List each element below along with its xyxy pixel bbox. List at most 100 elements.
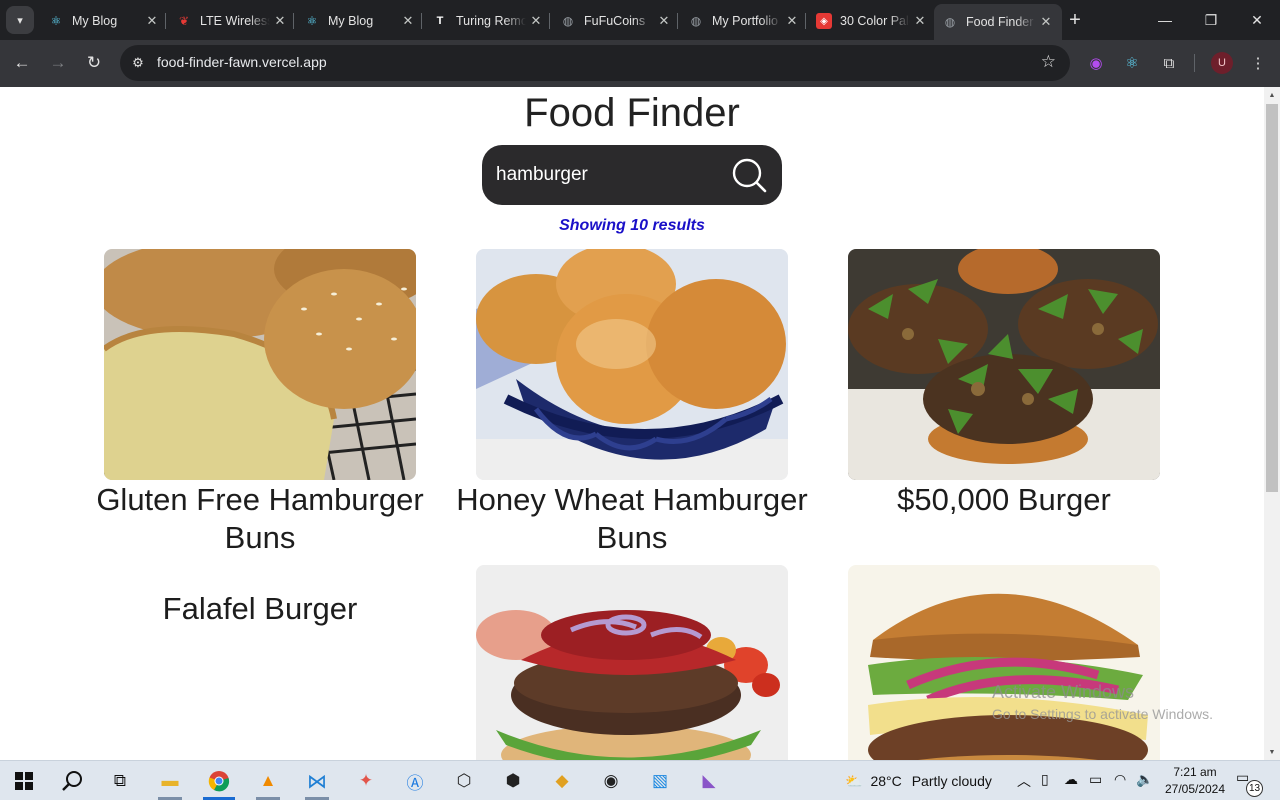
tab-3[interactable]: ⚛ My Blog ✕	[296, 6, 424, 36]
tab-strip: ▾ ⚛ My Blog ✕ ❦ LTE Wireless ✕ ⚛ My Blog…	[0, 0, 1280, 40]
palette-icon: ◈	[816, 13, 832, 29]
tab-5[interactable]: ◍ FuFuCoins ✕	[552, 6, 680, 36]
search-icon[interactable]	[730, 156, 768, 194]
git-tool-icon[interactable]: ✦	[350, 765, 382, 797]
notification-center-icon[interactable]: ▭ 13	[1236, 769, 1264, 797]
vscode-icon[interactable]: ⋈	[301, 765, 333, 800]
recipe-image-burger-grilled[interactable]	[476, 565, 788, 760]
close-icon[interactable]: ✕	[398, 11, 418, 31]
tab-4[interactable]: T Turing Remote ✕	[424, 6, 552, 36]
tab-title: My Blog	[72, 14, 118, 28]
address-bar[interactable]: ⚙ food-finder-fawn.vercel.app ☆	[120, 45, 1070, 81]
site-info-icon[interactable]: ⚙	[128, 53, 148, 73]
reload-button[interactable]: ↻	[80, 49, 108, 77]
recipe-image-burger-arugula[interactable]	[848, 249, 1160, 480]
obs-icon[interactable]: ◉	[595, 765, 627, 797]
new-tab-button[interactable]: +	[1063, 8, 1087, 32]
battery-icon[interactable]: ▭	[1089, 771, 1102, 788]
windows-taskbar: ⧉ ▬ ▲ ⋈ ✦ Ⓐ ⬡ ⬢ ◆ ◉ ▧ ◣ ⛅ 28°C Partly cl…	[0, 760, 1280, 800]
browser-toolbar: ← → ↻ ⚙ food-finder-fawn.vercel.app ☆ ◉ …	[0, 40, 1280, 87]
close-icon[interactable]: ✕	[270, 11, 290, 31]
tab-1[interactable]: ⚛ My Blog ✕	[40, 6, 168, 36]
unity-hub-icon[interactable]: ⬢	[497, 765, 529, 797]
volume-icon[interactable]: 🔈	[1136, 771, 1153, 788]
search-bar	[482, 145, 782, 205]
lte-icon: ❦	[178, 14, 190, 28]
show-hidden-icons-chevron[interactable]: ︿	[1017, 771, 1031, 791]
tab-title: Food Finder	[966, 15, 1034, 29]
close-icon[interactable]: ✕	[1036, 12, 1056, 32]
activate-windows-watermark: Activate Windows	[992, 682, 1135, 702]
weather-widget[interactable]: ⛅ 28°C Partly cloudy	[845, 769, 992, 793]
weather-desc: Partly cloudy	[911, 773, 992, 789]
extension-icon[interactable]: ◉	[1084, 51, 1108, 75]
tab-title: Turing Remote	[456, 14, 526, 28]
system-clock[interactable]: 7:21 am 27/05/2024	[1160, 764, 1230, 798]
tab-title: 30 Color Palettes	[840, 14, 910, 28]
scroll-up-arrow[interactable]: ▲	[1264, 87, 1280, 103]
unity-icon[interactable]: ⬡	[448, 765, 480, 797]
tab-title: LTE Wireless	[200, 14, 270, 28]
wifi-icon[interactable]: ◠	[1114, 771, 1126, 788]
weather-temp: 28°C	[870, 773, 902, 789]
recipe-title[interactable]: Falafel Burger	[74, 590, 446, 628]
close-icon[interactable]: ✕	[782, 11, 802, 31]
back-button[interactable]: ←	[8, 49, 36, 77]
react-devtools-icon[interactable]: ⚛	[1120, 51, 1144, 75]
tab-title: FuFuCoins	[584, 14, 646, 28]
device-icon[interactable]: ▯	[1041, 771, 1049, 788]
recipe-title[interactable]: Gluten Free Hamburger Buns	[74, 481, 446, 557]
recipe-image-burger-onion[interactable]	[848, 565, 1160, 760]
photos-icon[interactable]: ▧	[644, 765, 676, 797]
browser-menu-icon[interactable]: ⋮	[1246, 51, 1270, 75]
visual-studio-icon[interactable]: ◣	[693, 765, 725, 797]
react-icon: ⚛	[50, 14, 62, 28]
tab-search-button[interactable]: ▾	[6, 6, 34, 34]
recipe-title[interactable]: $50,000 Burger	[818, 481, 1190, 519]
recipe-image-bun-sesame[interactable]	[104, 249, 416, 480]
tab-7[interactable]: ◈ 30 Color Palettes ✕	[808, 6, 936, 36]
extensions-puzzle-icon[interactable]: ⧉	[1157, 51, 1181, 75]
app-store-icon[interactable]: Ⓐ	[399, 765, 431, 797]
clock-date: 27/05/2024	[1164, 782, 1226, 796]
tab-6[interactable]: ◍ My Portfolio ✕	[680, 6, 808, 36]
tab-2[interactable]: ❦ LTE Wireless ✕	[168, 6, 296, 36]
search-input[interactable]	[496, 161, 716, 189]
url-text[interactable]: food-finder-fawn.vercel.app	[157, 54, 327, 70]
chrome-icon[interactable]	[203, 765, 235, 800]
windows-start-icon[interactable]	[8, 765, 40, 797]
profile-avatar[interactable]: U	[1211, 52, 1233, 74]
task-view-icon[interactable]: ⧉	[104, 765, 136, 797]
recipe-title[interactable]: Honey Wheat Hamburger Buns	[446, 481, 818, 557]
search-icon[interactable]	[56, 765, 88, 797]
close-icon[interactable]: ✕	[654, 11, 674, 31]
globe-icon: ◍	[690, 14, 702, 28]
activate-windows-subtext: Go to Settings to activate Windows.	[992, 706, 1213, 722]
notification-count: 13	[1246, 780, 1263, 797]
restore-button[interactable]: ❐	[1188, 0, 1234, 40]
clock-time: 7:21 am	[1173, 765, 1217, 779]
minimize-button[interactable]: —	[1142, 0, 1188, 40]
vlc-icon[interactable]: ▲	[252, 765, 284, 800]
close-window-button[interactable]: ✕	[1234, 0, 1280, 40]
forward-button[interactable]: →	[44, 49, 72, 77]
recipe-image-buns-basket[interactable]	[476, 249, 788, 480]
page-viewport: Food Finder Showing 10 results	[0, 87, 1264, 760]
page-scrollbar[interactable]: ▲ ▼	[1264, 87, 1280, 760]
onedrive-cloud-icon[interactable]: ☁	[1064, 771, 1078, 788]
file-explorer-icon[interactable]: ▬	[154, 765, 186, 800]
weather-icon: ⛅	[845, 772, 863, 789]
scroll-down-arrow[interactable]: ▼	[1264, 744, 1280, 760]
bookmark-star-icon[interactable]: ☆	[1041, 52, 1056, 72]
game-app-icon[interactable]: ◆	[546, 765, 578, 797]
turing-icon: T	[436, 15, 444, 27]
tab-8-active[interactable]: ◍ Food Finder ✕	[934, 4, 1062, 40]
close-icon[interactable]: ✕	[910, 11, 930, 31]
close-icon[interactable]: ✕	[526, 11, 546, 31]
scroll-thumb[interactable]	[1266, 104, 1278, 492]
tab-title: My Blog	[328, 14, 374, 28]
globe-icon: ◍	[944, 15, 956, 29]
globe-icon: ◍	[562, 14, 574, 28]
results-count: Showing 10 results	[559, 217, 705, 234]
close-icon[interactable]: ✕	[142, 11, 162, 31]
